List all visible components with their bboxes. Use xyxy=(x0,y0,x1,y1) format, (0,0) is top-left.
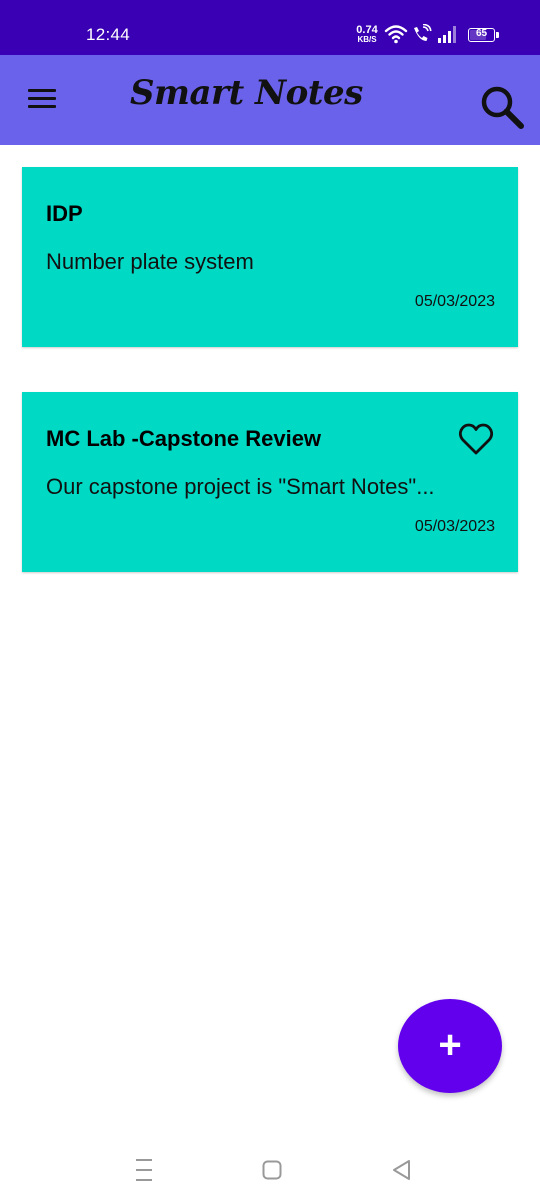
note-card[interactable]: IDP Number plate system 05/03/2023 xyxy=(22,167,518,347)
heart-icon[interactable] xyxy=(458,422,494,456)
home-icon[interactable] xyxy=(252,1152,292,1188)
add-note-button[interactable]: + xyxy=(398,999,502,1093)
wifi-call-icon xyxy=(414,24,432,41)
hamburger-menu-icon[interactable] xyxy=(20,79,64,119)
status-bar: 12:44 0.74 KB/S 65 xyxy=(0,0,540,55)
network-speed-value: 0.74 xyxy=(356,24,378,36)
add-icon: + xyxy=(438,1023,462,1067)
network-speed-unit: KB/S xyxy=(357,35,377,44)
battery-level: 65 xyxy=(475,28,488,39)
note-description: Number plate system xyxy=(46,249,254,274)
signal-icon xyxy=(438,26,456,43)
note-card[interactable]: MC Lab -Capstone Review Our capstone pro… xyxy=(22,392,518,572)
app-title: Smart Notes xyxy=(130,73,363,113)
note-date: 05/03/2023 xyxy=(414,293,495,310)
system-nav-bar xyxy=(0,1140,540,1200)
network-speed: 0.74 KB/S xyxy=(354,25,380,45)
recents-icon[interactable] xyxy=(124,1152,164,1188)
note-description: Our capstone project is "Smart Notes"... xyxy=(46,474,435,499)
battery-icon: 65 xyxy=(468,28,499,42)
note-date: 05/03/2023 xyxy=(414,518,495,535)
search-icon[interactable] xyxy=(478,83,526,131)
status-time: 12:44 xyxy=(86,25,131,44)
app-bar: Smart Notes xyxy=(0,55,540,145)
wifi-icon xyxy=(384,25,408,44)
note-title: MC Lab -Capstone Review xyxy=(46,426,322,451)
back-icon[interactable] xyxy=(382,1152,422,1188)
note-title: IDP xyxy=(46,201,83,226)
